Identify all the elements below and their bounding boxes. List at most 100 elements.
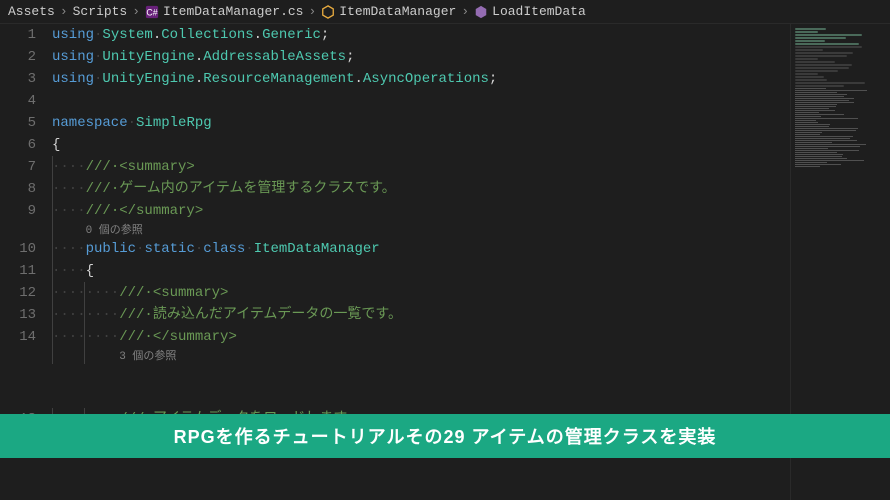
minimap-line: [795, 100, 849, 101]
indent-guide: [52, 200, 53, 222]
chevron-right-icon: ›: [132, 4, 140, 19]
code-line[interactable]: ········///·</summary>: [52, 326, 790, 348]
minimap-line: [795, 136, 853, 137]
minimap-line: [795, 40, 825, 42]
code-line[interactable]: ····public·static·class·ItemDataManager: [52, 238, 790, 260]
minimap-line: [795, 52, 853, 54]
token-keyword: namespace: [52, 115, 128, 131]
method-icon: [474, 5, 488, 19]
code-line[interactable]: ····///·</summary>: [52, 200, 790, 222]
minimap-line: [795, 79, 827, 81]
line-number: 12: [0, 282, 36, 304]
code-line[interactable]: 3 個の参照: [52, 348, 790, 364]
minimap-line: [795, 124, 830, 125]
minimap-line: [795, 146, 860, 147]
code-line[interactable]: {: [52, 134, 790, 156]
token-namespace: UnityEngine: [102, 49, 194, 65]
indent-guide: [84, 304, 85, 326]
token-namespace: System: [102, 27, 152, 43]
line-number: 2: [0, 46, 36, 68]
minimap-line: [795, 142, 832, 143]
code-line[interactable]: ····{: [52, 260, 790, 282]
indent-guide: [52, 156, 53, 178]
minimap-line: [795, 76, 824, 78]
minimap-line: [795, 126, 829, 127]
breadcrumb-item-3[interactable]: ItemDataManager: [321, 4, 456, 19]
code-line[interactable]: using·UnityEngine.ResourceManagement.Asy…: [52, 68, 790, 90]
code-line[interactable]: [52, 90, 790, 112]
svg-text:C#: C#: [146, 7, 157, 17]
token-annotation: 3 個の参照: [119, 351, 176, 363]
token-ws: ····: [52, 181, 86, 197]
token-comment: ///·読み込んだアイテムデータの一覧です。: [119, 307, 402, 323]
token-ws: ········: [52, 307, 119, 323]
minimap-line: [795, 156, 842, 157]
minimap-line: [795, 70, 838, 72]
code-line[interactable]: [52, 386, 790, 408]
class-icon: [321, 5, 335, 19]
breadcrumb-label: ItemDataManager: [339, 4, 456, 19]
code-line[interactable]: namespace·SimpleRpg: [52, 112, 790, 134]
indent-guide: [52, 178, 53, 200]
indent-guide: [52, 282, 53, 304]
indent-guide: [84, 326, 85, 348]
token-punct: ;: [489, 71, 497, 87]
token-namespace: ResourceManagement: [203, 71, 354, 87]
token-comment: ///·: [119, 329, 153, 345]
token-punct: ;: [321, 27, 329, 43]
token-punct: .: [153, 27, 161, 43]
csharp-file-icon: C#: [145, 5, 159, 19]
minimap-line: [795, 96, 844, 97]
token-punct: {: [52, 137, 60, 153]
code-line[interactable]: [52, 364, 790, 386]
code-line[interactable]: ········///·<summary>: [52, 282, 790, 304]
line-number: 10: [0, 238, 36, 260]
minimap-line: [795, 150, 859, 151]
breadcrumb-item-1[interactable]: Scripts: [73, 4, 128, 19]
token-keyword: class: [203, 241, 245, 257]
line-number: 4: [0, 90, 36, 112]
chevron-right-icon: ›: [461, 4, 469, 19]
token-ws: ········: [52, 329, 119, 345]
minimap-line: [795, 166, 820, 167]
code-line[interactable]: 0 個の参照: [52, 222, 790, 238]
token-punct: {: [86, 263, 94, 279]
chevron-right-icon: ›: [60, 4, 68, 19]
breadcrumb-item-4[interactable]: LoadItemData: [474, 4, 586, 19]
token-ws: ····: [52, 203, 86, 219]
breadcrumb-item-0[interactable]: Assets: [8, 4, 55, 19]
line-number: 7: [0, 156, 36, 178]
breadcrumb-item-2[interactable]: C# ItemDataManager.cs: [145, 4, 303, 19]
minimap-line: [795, 43, 859, 45]
token-ws: ·: [245, 241, 253, 257]
minimap-line: [795, 120, 816, 121]
token-namespace: AsyncOperations: [363, 71, 489, 87]
minimap-line: [795, 73, 818, 75]
indent-guide: [52, 304, 53, 326]
minimap-line: [795, 148, 828, 149]
code-line[interactable]: using·System.Collections.Generic;: [52, 24, 790, 46]
code-line[interactable]: using·UnityEngine.AddressableAssets;: [52, 46, 790, 68]
breadcrumb-label: LoadItemData: [492, 4, 586, 19]
code-line[interactable]: ····///·<summary>: [52, 156, 790, 178]
minimap-line: [795, 144, 866, 145]
token-comment: <summary>: [153, 285, 229, 301]
token-punct: ;: [346, 49, 354, 65]
minimap-line: [795, 118, 858, 119]
token-punct: .: [354, 71, 362, 87]
minimap-line: [795, 138, 850, 139]
minimap-line: [795, 122, 818, 123]
token-comment: ///·: [119, 285, 153, 301]
minimap-line: [795, 112, 819, 113]
line-number: [0, 364, 36, 386]
indent-guide: [84, 348, 85, 364]
minimap-line: [795, 61, 835, 63]
code-line[interactable]: ····///·ゲーム内のアイテムを管理するクラスです。: [52, 178, 790, 200]
indent-guide: [52, 238, 53, 260]
line-number: 11: [0, 260, 36, 282]
minimap-line: [795, 31, 818, 33]
token-keyword: static: [144, 241, 194, 257]
token-namespace: SimpleRpg: [136, 115, 212, 131]
minimap-line: [795, 94, 847, 95]
code-line[interactable]: ········///·読み込んだアイテムデータの一覧です。: [52, 304, 790, 326]
